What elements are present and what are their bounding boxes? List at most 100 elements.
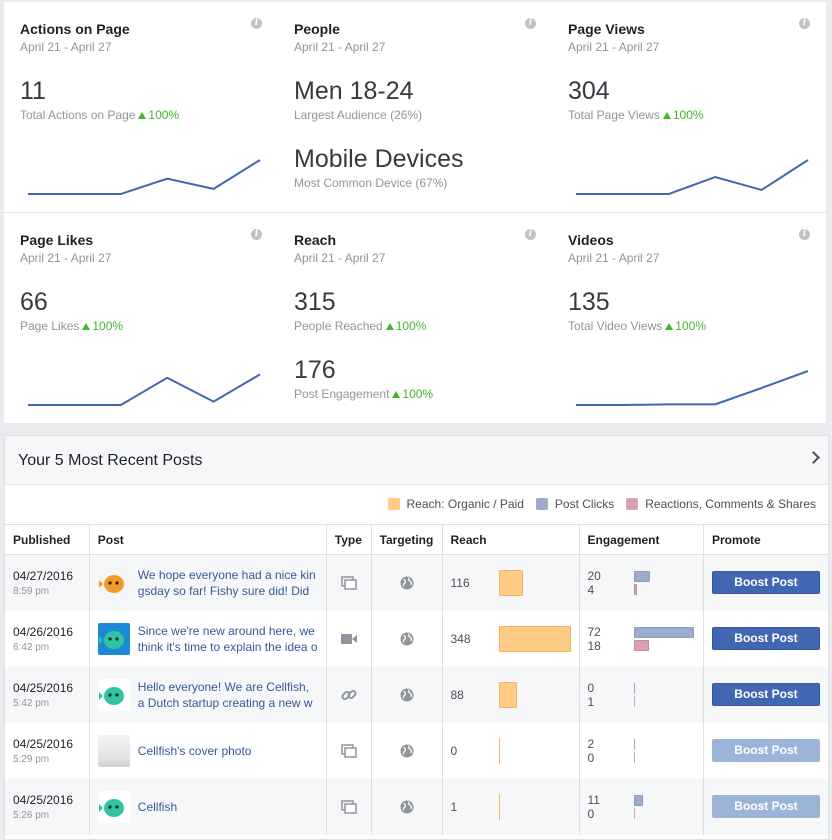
- clicks-bar: [633, 682, 635, 694]
- card-date: April 21 - April 27: [568, 40, 660, 54]
- column-header-reach[interactable]: Reach: [442, 524, 580, 555]
- post-cell[interactable]: Cellfish's cover photo: [89, 722, 327, 779]
- card-date: April 21 - April 27: [20, 251, 112, 265]
- info-icon[interactable]: i: [251, 18, 262, 29]
- table-row[interactable]: 04/25/2016 5:29 pm Cellfish's cover photo 0…: [5, 722, 828, 779]
- reach-bar: [498, 569, 523, 596]
- published-cell: 04/27/2016 8:59 pm: [5, 554, 90, 611]
- table-row[interactable]: 04/26/2016 6:42 pm Since we're new around …: [5, 610, 828, 667]
- card-value: 66: [20, 288, 48, 316]
- table-row[interactable]: 04/27/2016 8:59 pm We hope everyone had a …: [5, 554, 828, 611]
- card-reach[interactable]: Reach April 21 - April 27 i 315 People R…: [278, 213, 552, 423]
- post-text[interactable]: Hello everyone! We are Cellfish, a Dutch …: [138, 679, 318, 711]
- column-header-targeting[interactable]: Targeting: [371, 524, 443, 555]
- globe-icon: [380, 576, 434, 590]
- table-row[interactable]: 04/25/2016 5:42 pm Hello everyone! We are …: [5, 666, 828, 723]
- card-label: Total Video Views 100%: [568, 319, 706, 333]
- chevron-right-icon[interactable]: [807, 451, 820, 464]
- info-icon[interactable]: i: [799, 18, 810, 29]
- post-text[interactable]: Cellfish: [138, 799, 318, 815]
- globe-icon: [380, 744, 434, 758]
- boost-post-button[interactable]: Boost Post: [711, 795, 820, 818]
- clicks-value: 2: [587, 736, 595, 751]
- boost-post-button[interactable]: Boost Post: [711, 683, 820, 706]
- video-icon: [335, 633, 363, 645]
- published-cell: 04/25/2016 5:26 pm: [5, 778, 90, 835]
- column-header-type[interactable]: Type: [326, 524, 372, 555]
- clicks-value: 11: [587, 792, 600, 807]
- type-cell: [326, 722, 372, 779]
- boost-post-button[interactable]: Boost Post: [711, 739, 820, 762]
- reach-cell: 88: [442, 666, 580, 723]
- info-icon[interactable]: i: [799, 229, 810, 240]
- card-value: 135: [568, 288, 610, 316]
- published-cell: 04/26/2016 6:42 pm: [5, 610, 90, 667]
- card-value-secondary: Mobile Devices: [294, 145, 464, 173]
- published-date: 04/26/2016: [13, 624, 74, 639]
- post-text[interactable]: Cellfish's cover photo: [138, 743, 318, 759]
- reach-bar: [498, 681, 517, 708]
- promote-cell: Boost Post: [703, 611, 828, 667]
- reactions-value: 4: [587, 582, 595, 597]
- album-icon: [335, 743, 363, 758]
- reach-bar: [498, 625, 571, 652]
- promote-cell: Boost Post: [703, 778, 828, 835]
- card-people[interactable]: People April 21 - April 27 i Men 18-24 L…: [278, 2, 552, 212]
- published-date: 04/25/2016: [13, 792, 74, 807]
- reach-cell: 116: [442, 554, 580, 611]
- boost-post-button[interactable]: Boost Post: [711, 571, 820, 595]
- post-cell[interactable]: We hope everyone had a nice kin gsday so …: [89, 554, 327, 611]
- reactions-bar: [633, 807, 635, 819]
- card-label: Largest Audience (26%): [294, 108, 423, 122]
- card-label-secondary: Post Engagement 100%: [294, 387, 434, 401]
- link-icon: [335, 687, 363, 703]
- post-text[interactable]: We hope everyone had a nice kin gsday so …: [138, 567, 318, 599]
- published-time: 5:42 pm: [13, 697, 50, 709]
- published-date: 04/27/2016: [13, 568, 74, 583]
- post-cell[interactable]: Cellfish: [89, 778, 327, 835]
- info-icon[interactable]: i: [251, 229, 262, 240]
- card-videos[interactable]: Videos April 21 - April 27 i 135 Total V…: [552, 213, 826, 423]
- clicks-value: 0: [587, 680, 595, 695]
- post-thumbnail[interactable]: [97, 622, 130, 655]
- published-date: 04/25/2016: [13, 736, 74, 751]
- clicks-value: 20: [587, 568, 601, 583]
- card-page-likes[interactable]: Page Likes April 21 - April 27 i 66 Page…: [4, 213, 278, 423]
- column-header-post[interactable]: Post: [89, 524, 327, 555]
- column-header-promote[interactable]: Promote: [703, 524, 828, 555]
- column-header-engagement[interactable]: Engagement: [579, 524, 704, 555]
- panel-header[interactable]: Your 5 Most Recent Posts: [5, 436, 828, 485]
- post-thumbnail[interactable]: [97, 790, 130, 823]
- card-title: People: [294, 21, 340, 37]
- targeting-cell: [371, 778, 443, 835]
- post-thumbnail[interactable]: [97, 566, 130, 599]
- card-page-views[interactable]: Page Views April 21 - April 27 i 304 Tot…: [552, 2, 826, 212]
- change-badge: 100%: [135, 108, 179, 122]
- post-cell[interactable]: Since we're new around here, we think it'…: [89, 610, 327, 667]
- info-icon[interactable]: i: [525, 229, 536, 240]
- boost-post-button[interactable]: Boost Post: [711, 627, 820, 650]
- post-text[interactable]: Since we're new around here, we think it'…: [138, 623, 318, 655]
- reactions-value: 0: [587, 806, 595, 821]
- reach-value: 0: [450, 743, 458, 758]
- table-row[interactable]: 04/25/2016 5:26 pm Cellfish 1 11 0 Boost Post: [5, 778, 828, 835]
- promote-cell: Boost Post: [703, 554, 828, 611]
- column-header-published[interactable]: Published: [5, 524, 90, 555]
- card-date: April 21 - April 27: [568, 251, 660, 265]
- legend: Reach: Organic / Paid Post Clicks Reacti…: [376, 497, 816, 511]
- card-title: Page Likes: [20, 232, 94, 248]
- info-icon[interactable]: i: [525, 18, 536, 29]
- up-arrow-icon: [82, 323, 91, 330]
- card-actions-on-page[interactable]: Actions on Page April 21 - April 27 i 11…: [4, 2, 278, 212]
- reactions-value: 1: [587, 694, 595, 709]
- post-cell[interactable]: Hello everyone! We are Cellfish, a Dutch …: [89, 666, 327, 723]
- engagement-cell: 01: [579, 666, 704, 723]
- type-cell: [326, 778, 372, 835]
- post-thumbnail[interactable]: [97, 734, 130, 767]
- card-title: Page Views: [568, 21, 645, 37]
- clicks-bar: [633, 738, 635, 750]
- reach-value: 348: [450, 631, 471, 646]
- reactions-bar: [633, 639, 649, 651]
- reactions-bar: [633, 751, 635, 763]
- post-thumbnail[interactable]: [97, 678, 130, 711]
